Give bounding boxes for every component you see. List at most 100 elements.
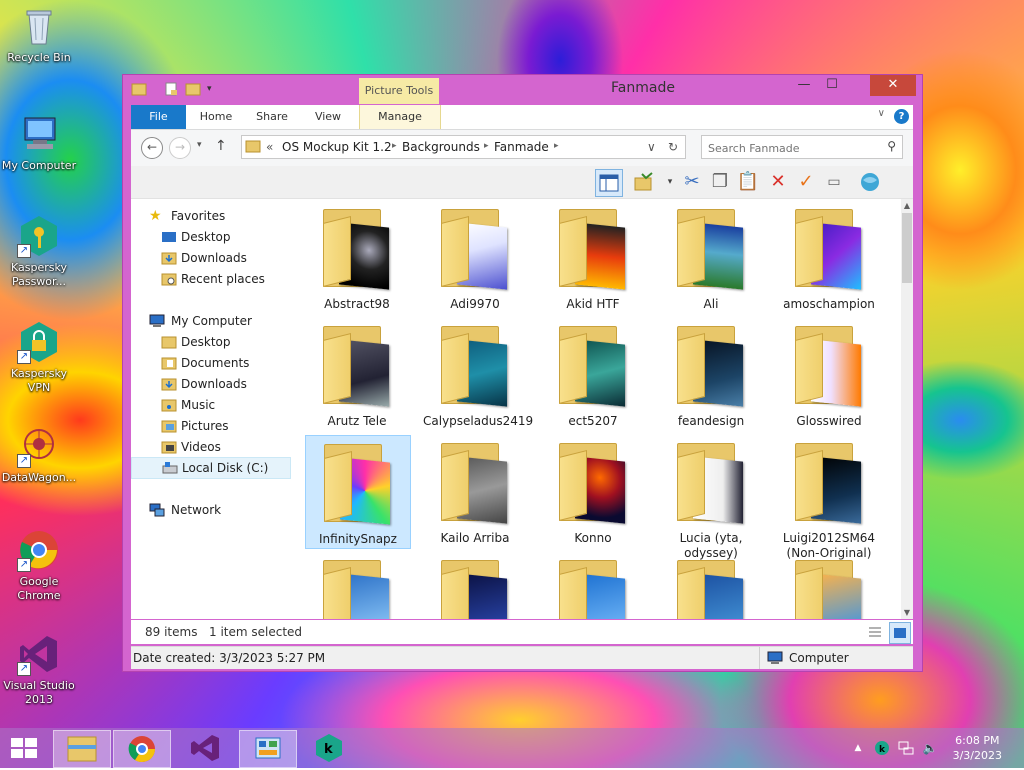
taskbar-control-panel[interactable] xyxy=(239,730,297,768)
globe-icon[interactable] xyxy=(857,169,883,195)
nav-pc-documents[interactable]: Documents xyxy=(131,353,289,373)
search-icon[interactable]: ⚲ xyxy=(887,139,896,153)
folder-item[interactable]: Calypseladus2419 xyxy=(423,318,533,430)
nav-my-computer[interactable]: My Computer xyxy=(131,311,289,331)
nav-local-disk[interactable]: Local Disk (C:) xyxy=(131,457,291,479)
taskbar-chrome[interactable] xyxy=(113,730,171,768)
folder-item[interactable]: feandesign xyxy=(659,318,763,430)
folder-item[interactable]: Glosswired xyxy=(777,318,881,430)
breadcrumb-separator-icon[interactable]: ▸ xyxy=(554,141,559,151)
refresh-button[interactable]: ↻ xyxy=(661,135,686,159)
visual-studio-desktop-icon[interactable]: ↗ Visual Studio 2013 xyxy=(0,632,78,707)
folder-item[interactable] xyxy=(305,552,409,619)
folder-item[interactable]: Luigi2012SM64 (Non-Original) xyxy=(777,435,881,560)
star-icon: ★ xyxy=(149,208,162,224)
google-chrome-label: Google Chrome xyxy=(17,575,61,602)
volume-icon[interactable]: 🔈 xyxy=(922,740,938,756)
folder-item[interactable] xyxy=(777,552,881,619)
properties-icon[interactable] xyxy=(163,81,179,97)
network-tray-icon[interactable] xyxy=(898,740,914,756)
recycle-bin-icon[interactable]: Recycle Bin xyxy=(0,4,78,65)
delete-icon[interactable]: ✕ xyxy=(765,169,791,195)
recent-locations-icon[interactable]: ▾ xyxy=(197,140,202,150)
breadcrumb-fanmade[interactable]: Fanmade xyxy=(494,140,549,154)
tab-share[interactable]: Share xyxy=(249,105,295,129)
select-all-icon[interactable]: ✓ xyxy=(793,169,819,195)
folder-item[interactable]: Lucia (yta, odyssey) xyxy=(659,435,763,560)
details-view-icon[interactable] xyxy=(867,624,883,640)
nav-favorites[interactable]: ★ Favorites xyxy=(131,206,289,226)
tab-manage[interactable]: Manage xyxy=(359,105,441,129)
scroll-up-icon[interactable]: ▲ xyxy=(902,201,912,210)
minimize-button[interactable]: — xyxy=(790,75,818,96)
properties-folder-icon[interactable] xyxy=(631,169,657,195)
my-computer-desktop-icon[interactable]: My Computer xyxy=(0,112,78,173)
folder-item[interactable]: Arutz Tele xyxy=(305,318,409,430)
close-button[interactable]: ✕ xyxy=(870,75,916,96)
nav-pc-pictures[interactable]: Pictures xyxy=(131,416,289,436)
large-icons-view-icon[interactable] xyxy=(889,622,911,644)
folder-item[interactable]: ect5207 xyxy=(541,318,645,430)
paste-icon[interactable]: 📋 xyxy=(735,169,761,195)
clock[interactable]: 6:08 PM 3/3/2023 xyxy=(953,733,1002,763)
preview-pane-button[interactable] xyxy=(595,169,623,197)
breadcrumb-separator-icon[interactable]: ▸ xyxy=(484,141,489,151)
folder-item[interactable] xyxy=(423,552,527,619)
taskbar-visual-studio[interactable] xyxy=(177,730,233,766)
folder-item[interactable]: Kailo Arriba xyxy=(423,435,527,547)
new-folder-icon[interactable] xyxy=(185,81,201,97)
nav-pc-videos[interactable]: Videos xyxy=(131,437,289,457)
back-button[interactable]: ← xyxy=(141,137,163,159)
show-hidden-icons-icon[interactable]: ▲ xyxy=(850,740,866,756)
nav-network[interactable]: Network xyxy=(131,500,289,520)
folder-item[interactable]: Abstract98 xyxy=(305,201,409,313)
scroll-thumb[interactable] xyxy=(902,213,912,283)
search-input[interactable] xyxy=(706,138,880,158)
nav-recent-places[interactable]: Recent places xyxy=(131,269,289,289)
vertical-scrollbar[interactable]: ▲ ▼ xyxy=(901,199,913,619)
datawagon-desktop-icon[interactable]: ↗ DataWagon... xyxy=(0,424,78,485)
start-button[interactable] xyxy=(10,737,38,759)
nav-pc-desktop[interactable]: Desktop xyxy=(131,332,289,352)
forward-button[interactable]: → xyxy=(169,137,191,159)
cut-icon[interactable]: ✂ xyxy=(679,169,705,195)
folder-item[interactable]: Akid HTF xyxy=(541,201,645,313)
taskbar-file-explorer[interactable] xyxy=(53,730,111,768)
folder-item[interactable] xyxy=(659,552,763,619)
breadcrumb-os-mockup-kit[interactable]: OS Mockup Kit 1.2 xyxy=(282,140,392,154)
nav-pc-music[interactable]: Music xyxy=(131,395,289,415)
tab-view[interactable]: View xyxy=(305,105,351,129)
address-bar[interactable]: « OS Mockup Kit 1.2 ▸ Backgrounds ▸ Fanm… xyxy=(241,135,663,159)
kaspersky-tray-icon[interactable]: k xyxy=(874,740,890,756)
taskbar-kaspersky[interactable]: k xyxy=(301,730,357,766)
scroll-down-icon[interactable]: ▼ xyxy=(902,608,912,617)
quick-access-dropdown-icon[interactable]: ▾ xyxy=(207,81,223,97)
explorer-window: ▾ Picture Tools Fanmade — ☐ ✕ File Home … xyxy=(122,74,923,672)
rename-icon[interactable]: ▭ xyxy=(821,169,847,195)
breadcrumb-separator-icon[interactable]: ▸ xyxy=(392,141,397,151)
nav-fav-downloads[interactable]: Downloads xyxy=(131,248,289,268)
nav-pc-downloads[interactable]: Downloads xyxy=(131,374,289,394)
folder-item[interactable]: Konno xyxy=(541,435,645,547)
google-chrome-desktop-icon[interactable]: ↗ Google Chrome xyxy=(0,528,78,603)
folder-item[interactable]: Ali xyxy=(659,201,763,313)
folder-item-selected[interactable]: InfinitySnapz xyxy=(305,435,411,549)
address-overflow[interactable]: « xyxy=(266,140,273,154)
address-history-dropdown-icon[interactable]: ∨ xyxy=(647,140,656,154)
copy-icon[interactable]: ❐ xyxy=(707,169,733,195)
folder-item[interactable] xyxy=(541,552,645,619)
maximize-button[interactable]: ☐ xyxy=(818,75,846,96)
nav-fav-desktop[interactable]: Desktop xyxy=(131,227,289,247)
breadcrumb-backgrounds[interactable]: Backgrounds xyxy=(402,140,480,154)
kaspersky-vpn-desktop-icon[interactable]: ↗ Kaspersky VPN xyxy=(0,320,78,395)
tab-home[interactable]: Home xyxy=(193,105,239,129)
help-icon[interactable]: ? xyxy=(894,109,909,124)
search-box[interactable]: ⚲ xyxy=(701,135,903,159)
title-bar[interactable]: ▾ Picture Tools Fanmade — ☐ ✕ xyxy=(123,75,922,104)
folder-item[interactable]: amoschampion xyxy=(777,201,881,313)
tab-file[interactable]: File xyxy=(131,105,186,129)
folder-item[interactable]: Adi9970 xyxy=(423,201,527,313)
expand-ribbon-icon[interactable]: ∨ xyxy=(878,108,885,119)
kaspersky-password-desktop-icon[interactable]: ↗ Kaspersky Passwor... xyxy=(0,214,78,289)
up-button[interactable]: ↑ xyxy=(215,138,227,154)
